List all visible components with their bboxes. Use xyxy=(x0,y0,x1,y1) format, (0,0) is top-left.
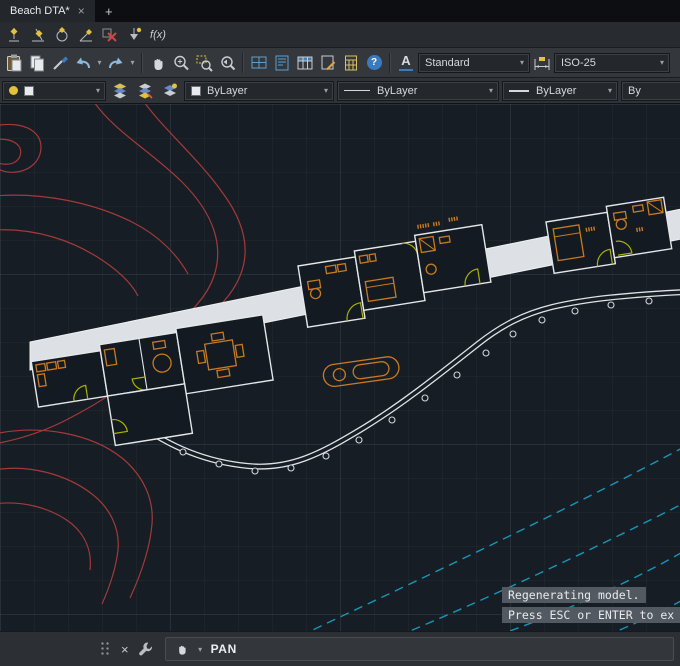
angular-constraint-icon[interactable] xyxy=(75,24,97,46)
redo-dropdown[interactable]: ▾ xyxy=(128,58,137,67)
chevron-down-icon: ▾ xyxy=(488,86,493,95)
lounge-furniture xyxy=(322,356,400,388)
autocad-window: Beach DTA* × + f(x) ▾ ▾ ? A Standard ▾ I… xyxy=(0,0,680,666)
chevron-down-icon: ▾ xyxy=(659,58,664,67)
parameters-manager-icon[interactable]: f(x) xyxy=(147,24,169,46)
layer-combo[interactable]: ▾ xyxy=(2,80,106,101)
site-plan-drawing xyxy=(0,104,680,631)
chevron-down-icon: ▾ xyxy=(323,86,328,95)
viewports-button[interactable] xyxy=(248,52,270,74)
dim-style-combo[interactable]: ISO-25 ▾ xyxy=(554,52,670,73)
text-style-value: Standard xyxy=(425,56,470,69)
building-right-cluster xyxy=(545,196,673,275)
command-options-chevron[interactable]: ▾ xyxy=(196,645,205,654)
text-style-combo[interactable]: Standard ▾ xyxy=(418,52,530,73)
dimensional-constraint-icon[interactable] xyxy=(3,24,25,46)
new-tab-button[interactable]: + xyxy=(96,0,122,22)
command-history-line: Regenerating model. xyxy=(502,587,646,603)
active-command-label: PAN xyxy=(210,642,237,656)
customize-button[interactable] xyxy=(135,638,157,660)
color-value: ByLayer xyxy=(207,84,248,97)
properties-toolbar: ▾ ByLayer ▾ ByLayer ▾ ByLayer ▾ By xyxy=(0,78,680,104)
standard-toolbar: ▾ ▾ ? A Standard ▾ ISO-25 ▾ xyxy=(0,48,680,78)
command-grip-handle[interactable] xyxy=(100,641,111,657)
table-button[interactable] xyxy=(294,52,316,74)
lineweight-value: ByLayer xyxy=(536,84,577,97)
named-views-button[interactable] xyxy=(271,52,293,74)
fx-label: f(x) xyxy=(150,28,166,41)
wrench-icon xyxy=(138,642,152,656)
redo-button[interactable] xyxy=(105,52,127,74)
constraint-settings-icon[interactable] xyxy=(123,24,145,46)
toolbar-separator xyxy=(242,52,244,73)
linetype-value: ByLayer xyxy=(377,84,418,97)
building-mid-cluster xyxy=(297,216,492,329)
linetype-preview xyxy=(344,90,370,91)
undo-button[interactable] xyxy=(72,52,94,74)
delete-constraints-icon[interactable] xyxy=(99,24,121,46)
field-button[interactable] xyxy=(317,52,339,74)
layer-on-icon xyxy=(9,86,18,95)
toolbar-separator xyxy=(389,52,391,73)
chevron-down-icon: ▾ xyxy=(519,58,524,67)
aligned-constraint-icon[interactable] xyxy=(27,24,49,46)
zoom-previous-button[interactable] xyxy=(216,52,238,74)
copy-clip-button[interactable] xyxy=(26,52,48,74)
paste-button[interactable] xyxy=(3,52,25,74)
dim-style-value: ISO-25 xyxy=(561,56,596,69)
command-bar-spacer xyxy=(0,632,96,666)
text-style-icon: A xyxy=(399,54,413,71)
command-bar: × ▾ PAN xyxy=(0,631,680,666)
lineweight-combo[interactable]: ByLayer ▾ xyxy=(502,80,618,101)
radial-constraint-icon[interactable] xyxy=(51,24,73,46)
layer-states-button[interactable] xyxy=(134,80,156,102)
pan-button[interactable] xyxy=(147,52,169,74)
file-tab-bar: Beach DTA* × + xyxy=(0,0,680,22)
match-properties-button[interactable] xyxy=(49,52,71,74)
drawing-canvas[interactable]: Regenerating model. Press ESC or ENTER t… xyxy=(0,104,680,631)
drawing-tab-title: Beach DTA* xyxy=(10,5,70,17)
layer-color-swatch xyxy=(24,85,34,96)
layer-isolate-button[interactable] xyxy=(159,80,181,102)
chevron-down-icon: ▾ xyxy=(95,86,100,95)
plot-style-value: By xyxy=(628,84,641,97)
text-style-button[interactable]: A xyxy=(395,52,417,74)
zoom-realtime-button[interactable] xyxy=(170,52,192,74)
lineweight-preview xyxy=(509,89,529,92)
toolbar-separator xyxy=(141,52,143,73)
color-combo[interactable]: ByLayer ▾ xyxy=(184,80,334,101)
command-history-overlay: Regenerating model. Press ESC or ENTER t… xyxy=(502,583,680,623)
quickcalc-button[interactable] xyxy=(340,52,362,74)
command-input-field[interactable]: ▾ PAN xyxy=(164,637,674,661)
dim-style-button[interactable] xyxy=(531,52,553,74)
help-icon: ? xyxy=(366,55,382,70)
pan-tool-icon xyxy=(178,645,186,655)
plot-style-combo[interactable]: By xyxy=(621,80,680,101)
linetype-combo[interactable]: ByLayer ▾ xyxy=(337,80,499,101)
parametric-toolbar: f(x) xyxy=(0,22,680,48)
chevron-down-icon: ▾ xyxy=(607,86,612,95)
zoom-window-button[interactable] xyxy=(193,52,215,74)
help-button[interactable]: ? xyxy=(363,52,385,74)
drawing-tab[interactable]: Beach DTA* × xyxy=(0,0,96,22)
undo-dropdown[interactable]: ▾ xyxy=(95,58,104,67)
command-close-button[interactable]: × xyxy=(115,642,135,657)
color-swatch xyxy=(191,85,201,96)
tab-close-icon[interactable]: × xyxy=(78,5,85,17)
command-history-line: Press ESC or ENTER to ex xyxy=(502,607,680,623)
layer-properties-button[interactable] xyxy=(109,80,131,102)
